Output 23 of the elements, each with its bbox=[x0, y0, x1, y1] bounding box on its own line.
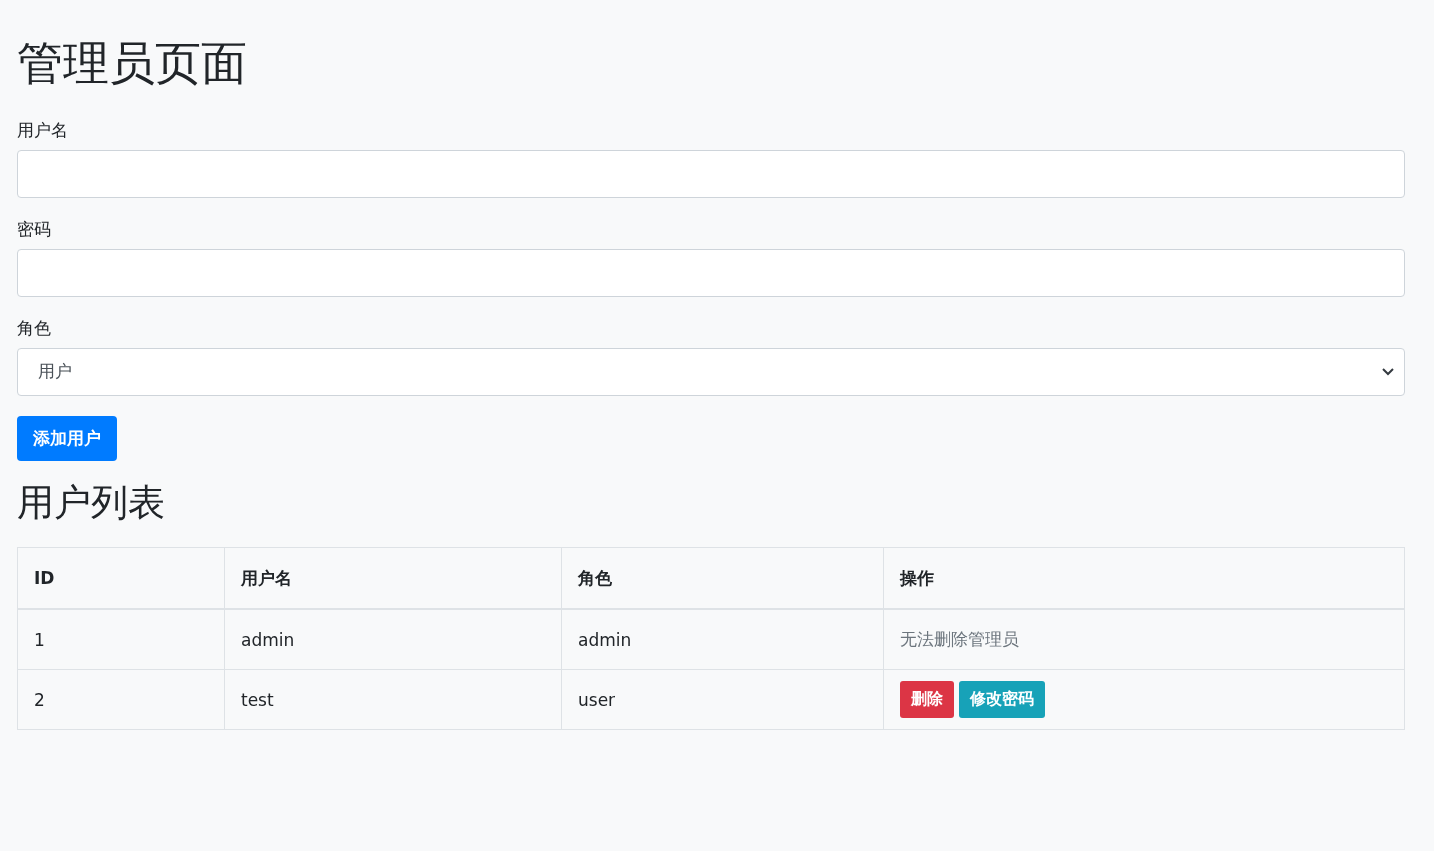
table-cell: 2 bbox=[17, 669, 225, 730]
chevron-down-icon bbox=[1382, 367, 1394, 376]
password-field[interactable] bbox=[17, 248, 1405, 297]
role-select[interactable]: 用户 bbox=[17, 347, 1405, 396]
column-header: 操作 bbox=[883, 547, 1405, 610]
add-user-button[interactable]: 添加用户 bbox=[17, 415, 117, 461]
table-cell: user bbox=[561, 669, 884, 730]
delete-button[interactable]: 删除 bbox=[900, 681, 954, 719]
table-cell: test bbox=[224, 669, 562, 730]
section-title: 用户列表 bbox=[17, 482, 165, 524]
table-cell: admin bbox=[224, 609, 562, 670]
table-cell: admin bbox=[561, 609, 884, 670]
page-title: 管理员页面 bbox=[17, 38, 247, 89]
column-header: 角色 bbox=[561, 547, 884, 610]
table-cell: 无法删除管理员 bbox=[883, 609, 1405, 670]
field-label: 密码 bbox=[17, 217, 51, 241]
field-label: 角色 bbox=[17, 316, 51, 340]
username-field[interactable] bbox=[17, 149, 1405, 198]
column-header: ID bbox=[17, 547, 225, 610]
column-header: 用户名 bbox=[224, 547, 562, 610]
change-password-button[interactable]: 修改密码 bbox=[959, 681, 1045, 719]
field-label: 用户名 bbox=[17, 118, 68, 142]
table-cell: 1 bbox=[17, 609, 225, 670]
